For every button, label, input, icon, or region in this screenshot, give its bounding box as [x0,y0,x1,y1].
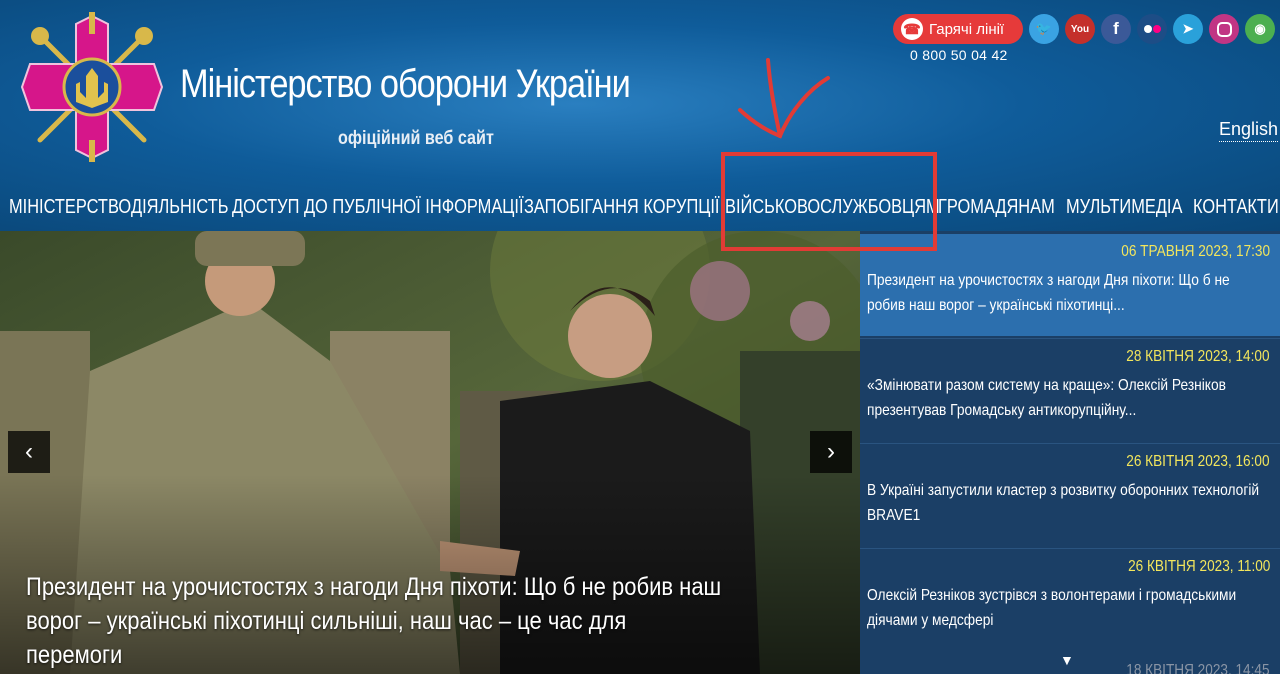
annotation-highlight-box [721,152,937,251]
slider-prev-button[interactable]: ‹ [8,431,50,473]
news-date: 26 КВІТНЯ 2023, 16:00 [1126,453,1270,470]
english-language-link[interactable]: English [1219,119,1279,142]
hotline-phone: 0 800 50 04 42 [910,47,1008,63]
nav-activity[interactable]: ДІЯЛЬНІСТЬ [131,196,229,219]
news-list: 06 ТРАВНЯ 2023, 17:30 Президент на урочи… [860,231,1280,674]
accessibility-eye-icon[interactable]: ◉ [1245,14,1275,44]
hotline-button[interactable]: ☎ Гарячі лінії [893,14,1023,44]
nav-ministry[interactable]: МІНІСТЕРСТВО [9,196,131,219]
nav-public-info[interactable]: ДОСТУП ДО ПУБЛІЧНОЇ ІНФОРМАЦІЇ [232,196,524,219]
facebook-icon[interactable]: f [1101,14,1131,44]
telegram-icon[interactable]: ➤ [1173,14,1203,44]
site-subtitle: офіційний веб сайт [338,128,494,149]
hotline-label: Гарячі лінії [929,20,1005,38]
site-header: Міністерство оборони України офіційний в… [0,0,1280,231]
news-item[interactable]: 26 КВІТНЯ 2023, 16:00 В Україні запустил… [860,443,1280,545]
news-scroll-down-icon[interactable]: ▼ [1060,652,1074,668]
news-title[interactable]: В Україні запустили кластер з розвитку о… [867,478,1271,528]
news-date-peek: 18 КВІТНЯ 2023, 14:45 [1126,662,1270,674]
nav-anti-corruption[interactable]: ЗАПОБІГАННЯ КОРУПЦІЇ [524,196,719,219]
site-title[interactable]: Міністерство оборони України [180,62,631,107]
nav-multimedia[interactable]: МУЛЬТИМЕДІА [1066,196,1182,219]
main-nav: МІНІСТЕРСТВО ДІЯЛЬНІСТЬ ДОСТУП ДО ПУБЛІЧ… [0,190,1280,230]
news-title[interactable]: «Змінювати разом систему на краще»: Олек… [867,373,1271,423]
youtube-icon[interactable]: You [1065,14,1095,44]
instagram-icon[interactable] [1209,14,1239,44]
ministry-emblem-icon[interactable] [18,12,166,162]
news-item[interactable]: 28 КВІТНЯ 2023, 14:00 «Змінювати разом с… [860,338,1280,440]
twitter-icon[interactable]: 🐦 [1029,14,1059,44]
news-date: 06 ТРАВНЯ 2023, 17:30 [1121,243,1270,260]
news-title[interactable]: Президент на урочистостях з нагоди Дня п… [867,268,1271,318]
news-date: 28 КВІТНЯ 2023, 14:00 [1126,348,1270,365]
news-item[interactable]: 26 КВІТНЯ 2023, 11:00 Олексій Резніков з… [860,548,1280,650]
flickr-icon[interactable] [1137,14,1167,44]
nav-citizens[interactable]: ГРОМАДЯНАМ [938,196,1055,219]
annotation-arrow-icon [738,58,830,139]
news-date: 26 КВІТНЯ 2023, 11:00 [1127,558,1270,575]
hero-caption[interactable]: Президент на урочистостях з нагоди Дня п… [26,570,721,672]
nav-contacts[interactable]: КОНТАКТИ [1193,196,1279,219]
phone-icon: ☎ [901,18,923,40]
news-title[interactable]: Олексій Резніков зустрівся з волонтерами… [867,583,1271,633]
slider-next-button[interactable]: › [810,431,852,473]
